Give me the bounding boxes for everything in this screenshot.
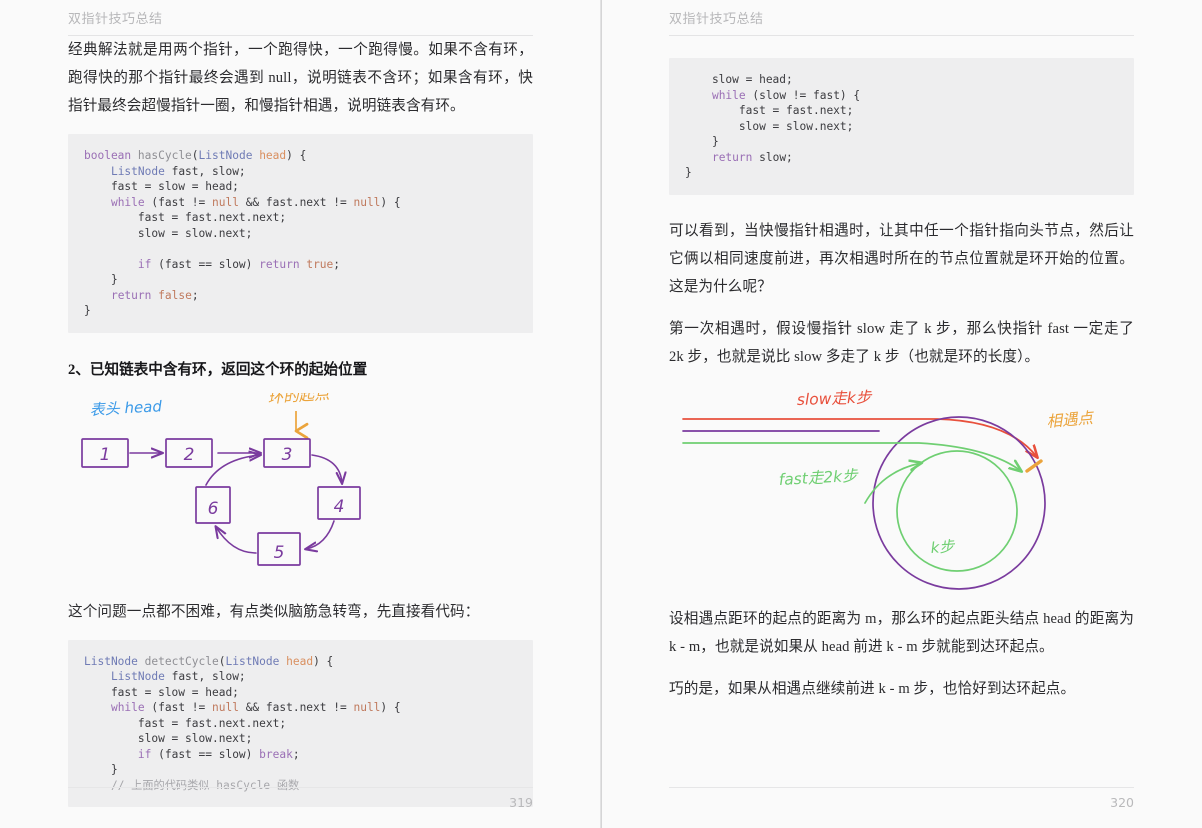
edge-6-3: [205, 455, 260, 486]
linked-list-cycle-svg: 表头 head 环的起点 1 2 3 4 5 6: [81, 384, 361, 566]
running-head-right: 双指针技巧总结: [669, 12, 764, 27]
page-footer-right: 320: [669, 787, 1134, 810]
cycle-circle-inner: [896, 449, 1018, 572]
node-label-5: 5: [274, 543, 285, 563]
page-319: 双指针技巧总结 经典解法就是用两个指针，一个跑得快，一个跑得慢。如果不含有环，跑…: [0, 0, 601, 828]
slow-fast-meeting-svg: slow走k步 fast走2k步 相遇点 k步: [682, 388, 1095, 590]
figure-label-k-steps: k步: [930, 537, 957, 557]
page-number-right: 320: [1110, 795, 1134, 810]
figure-slow-fast-meeting: slow走k步 fast走2k步 相遇点 k步: [669, 385, 1134, 605]
figure-label-fast: fast走2k步: [778, 466, 859, 488]
paragraph-explain-1: 可以看到，当快慢指针相遇时，让其中任一个指针指向头节点，然后让它俩以相同速度前进…: [669, 222, 1134, 295]
node-label-1: 1: [100, 445, 111, 465]
figure-label-slow: slow走k步: [797, 388, 874, 409]
paragraph-explain-2: 第一次相遇时，假设慢指针 slow 走了 k 步，那么快指针 fast 一定走了…: [669, 320, 1134, 365]
figure-label-head: 表头 head: [89, 397, 163, 419]
paragraph-before-code2: 这个问题一点都不困难，有点类似脑筋急转弯，先直接看代码：: [68, 603, 480, 620]
section-heading-2: 2、已知链表中含有环，返回这个环的起始位置: [68, 361, 368, 378]
spread-gutter: [601, 0, 602, 828]
edge-5-6: [216, 527, 257, 554]
code-block-find-cycle-start: slow = head; while (slow != fast) { fast…: [669, 58, 1134, 195]
node-label-6: 6: [208, 499, 219, 519]
page-footer-left: 319: [68, 787, 533, 810]
paragraph-explain-3: 设相遇点距环的起点的距离为 m，那么环的起点距头结点 head 的距离为 k -…: [669, 610, 1134, 655]
edge-4-5: [306, 519, 335, 549]
head-rule-right: [669, 35, 1134, 36]
code-block-detectcycle: ListNode detectCycle(ListNode head) { Li…: [68, 639, 533, 807]
figure-label-cycle-start: 环的起点: [267, 393, 332, 407]
paragraph-intro: 经典解法就是用两个指针，一个跑得快，一个跑得慢。如果不含有环，跑得快的那个指针最…: [68, 42, 533, 114]
node-label-2: 2: [184, 445, 195, 465]
page-320: 双指针技巧总结 slow = head; while (slow != fast…: [601, 0, 1202, 828]
node-label-3: 3: [282, 445, 293, 465]
figure-linked-list-cycle: 表头 head 环的起点 1 2 3 4 5 6: [68, 384, 533, 598]
book-spread: 双指针技巧总结 经典解法就是用两个指针，一个跑得快，一个跑得慢。如果不含有环，跑…: [0, 0, 1202, 828]
paragraph-explain-4: 巧的是，如果从相遇点继续前进 k - m 步，也恰好到达环起点。: [669, 680, 1076, 697]
edge-3-4: [311, 453, 342, 483]
figure-label-meeting-point: 相遇点: [1046, 408, 1095, 430]
node-label-4: 4: [334, 497, 345, 517]
code-block-hascycle: boolean hasCycle(ListNode head) { ListNo…: [68, 134, 533, 333]
page-number-left: 319: [509, 795, 533, 810]
running-head-left: 双指针技巧总结: [68, 12, 163, 27]
slow-path-arrow: [682, 417, 1037, 457]
